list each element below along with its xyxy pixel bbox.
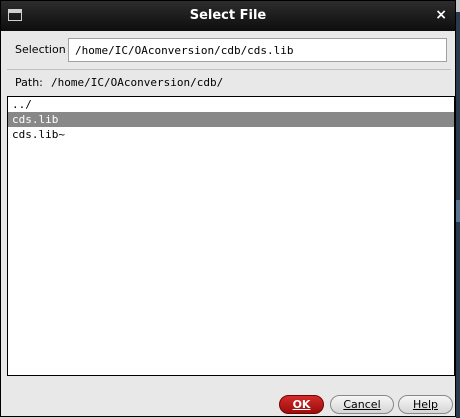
title-bar[interactable]: Select File × [1,1,455,31]
close-icon[interactable]: × [435,7,447,23]
selection-label: Selection [15,43,66,56]
background-window-edge-top [456,0,460,12]
list-item-cds-lib-backup[interactable]: cds.lib~ [8,127,454,142]
ok-button[interactable]: OK [279,395,324,414]
path-label: Path: [15,76,43,89]
cancel-button[interactable]: Cancel [330,395,394,414]
selection-input[interactable] [68,38,447,62]
file-list[interactable]: ../ cds.lib cds.lib~ [7,96,455,376]
list-item-parent-dir[interactable]: ../ [8,97,454,112]
path-value: /home/IC/OAconversion/cdb/ [51,76,224,89]
help-button[interactable]: Help [398,395,453,414]
ok-button-label: OK [292,398,311,411]
cancel-button-label: Cancel [343,398,381,411]
select-file-dialog: Select File × Selection Path: /home/IC/O… [0,0,456,417]
list-item-cds-lib[interactable]: cds.lib [8,112,454,127]
dialog-title: Select File [189,8,267,23]
separator [7,69,451,70]
help-button-label: Help [412,398,439,411]
